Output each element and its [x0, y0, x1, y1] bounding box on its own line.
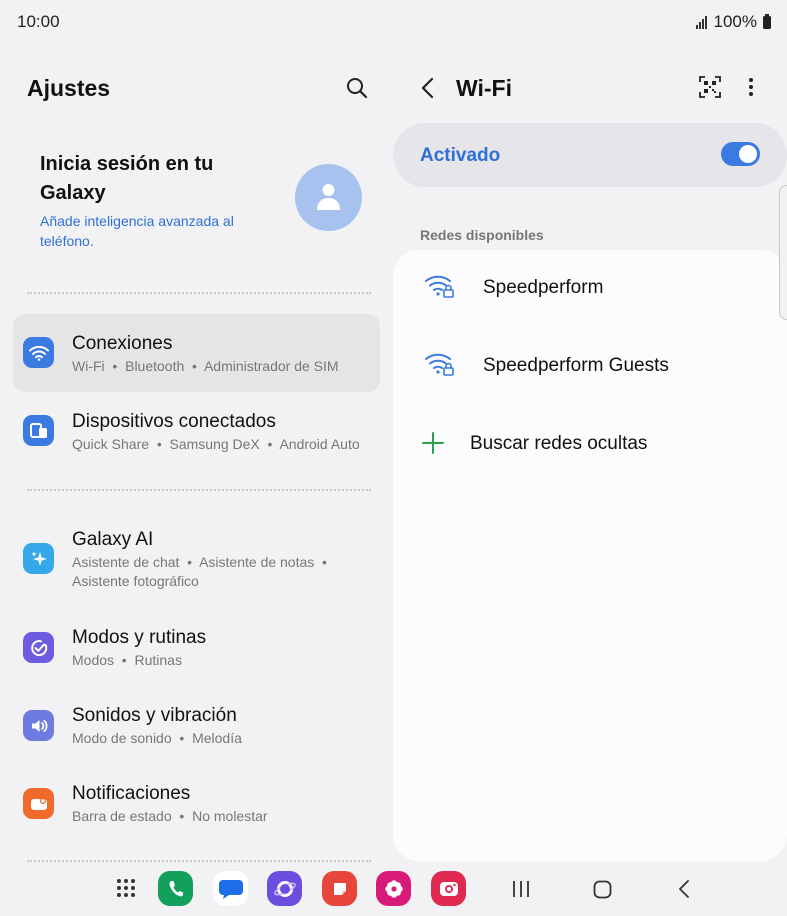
phone-icon[interactable]: [158, 871, 193, 906]
settings-item-notifications[interactable]: Notificaciones Barra de estado • No mole…: [13, 770, 380, 848]
settings-item-connections[interactable]: Conexiones Wi-Fi • Bluetooth • Administr…: [13, 314, 380, 392]
switch-knob: [739, 145, 757, 163]
network-item[interactable]: Speedperform: [393, 254, 787, 324]
settings-item-sub: Barra de estado • No molestar: [72, 808, 268, 824]
settings-item-modes-routines[interactable]: Modos y rutinas Modos • Rutinas: [13, 614, 380, 692]
settings-item-sounds[interactable]: Sonidos y vibración Modo de sonido • Mel…: [13, 692, 380, 770]
wifi-icon: [23, 337, 54, 368]
back-arrow-icon[interactable]: [418, 76, 438, 100]
search-icon[interactable]: [345, 76, 369, 100]
page-title: Ajustes: [27, 75, 111, 101]
add-hidden-network[interactable]: Buscar redes ocultas: [393, 410, 787, 480]
wifi-switch[interactable]: [721, 142, 760, 166]
settings-item-label: Modos y rutinas: [72, 627, 207, 648]
settings-item-sub: Asistente de chat • Asistente de notas •: [72, 554, 327, 570]
devices-icon: [23, 415, 54, 446]
account-subtitle: Añade inteligencia avanzada al teléfono.: [40, 213, 234, 249]
wifi-title: Wi-Fi: [456, 75, 512, 101]
settings-item-sub: Wi-Fi • Bluetooth • Administrador de SIM: [72, 358, 339, 374]
qr-code-icon[interactable]: [699, 76, 721, 98]
user-icon: [317, 184, 340, 210]
divider: [27, 489, 371, 491]
network-item[interactable]: Speedperform Guests: [393, 332, 787, 402]
speaker-icon: [23, 710, 54, 741]
camera-icon[interactable]: [431, 871, 466, 906]
settings-item-label: Galaxy AI: [72, 529, 154, 550]
avatar[interactable]: [295, 164, 362, 231]
settings-item-connected-devices[interactable]: Dispositivos conectados Quick Share • Sa…: [13, 392, 380, 470]
scroll-handle[interactable]: [779, 185, 787, 320]
status-bar: 10:00 100%: [0, 0, 787, 44]
gallery-icon[interactable]: [376, 871, 411, 906]
settings-item-sub-2: Asistente fotográfico: [72, 573, 199, 589]
wifi-locked-icon: [425, 353, 454, 376]
battery-percent: 100%: [713, 12, 757, 31]
wifi-toggle-row[interactable]: Activado: [393, 123, 787, 187]
home-icon[interactable]: [593, 880, 612, 899]
more-options-icon[interactable]: [747, 76, 755, 98]
settings-item-sub: Modos • Rutinas: [72, 652, 182, 668]
plus-icon: [422, 432, 444, 454]
signal-icon: [695, 15, 707, 29]
messages-icon[interactable]: [213, 871, 248, 906]
internet-icon[interactable]: [267, 871, 302, 906]
add-network-label: Buscar redes ocultas: [470, 433, 648, 454]
settings-item-galaxy-ai[interactable]: Galaxy AI Asistente de chat • Asistente …: [13, 514, 380, 610]
account-signin[interactable]: Inicia sesión en tu Galaxy Añade intelig…: [40, 150, 260, 251]
section-label-available: Redes disponibles: [420, 227, 544, 243]
battery-icon: [763, 13, 771, 29]
notes-icon[interactable]: [322, 871, 357, 906]
network-name: Speedperform: [483, 277, 604, 298]
wifi-pane: Wi-Fi Activado Redes disponibles Speedpe…: [393, 44, 787, 864]
network-name: Speedperform Guests: [483, 355, 669, 376]
settings-pane: Ajustes Inicia sesión en tu Galaxy Añade…: [0, 44, 392, 864]
account-title: Inicia sesión en tu Galaxy: [40, 153, 214, 204]
status-right: 100%: [695, 12, 771, 32]
settings-item-label: Conexiones: [72, 333, 173, 354]
settings-item-label: Dispositivos conectados: [72, 411, 276, 432]
sparkle-icon: [23, 543, 54, 574]
back-nav-icon[interactable]: [677, 879, 691, 899]
settings-item-sub: Modo de sonido • Melodía: [72, 730, 242, 746]
settings-item-label: Notificaciones: [72, 783, 191, 804]
divider: [27, 292, 371, 294]
status-time: 10:00: [17, 12, 60, 31]
wifi-toggle-label: Activado: [420, 145, 501, 166]
settings-item-sub: Quick Share • Samsung DeX • Android Auto: [72, 436, 360, 452]
taskbar: [0, 862, 787, 916]
apps-grid-icon[interactable]: [117, 879, 135, 897]
check-circle-icon: [23, 632, 54, 663]
networks-list: Speedperform Speedperform Guests Buscar …: [393, 250, 787, 861]
notification-icon: [23, 788, 54, 819]
settings-item-label: Sonidos y vibración: [72, 705, 237, 726]
recent-apps-icon[interactable]: [511, 880, 531, 898]
wifi-locked-icon: [425, 275, 454, 298]
